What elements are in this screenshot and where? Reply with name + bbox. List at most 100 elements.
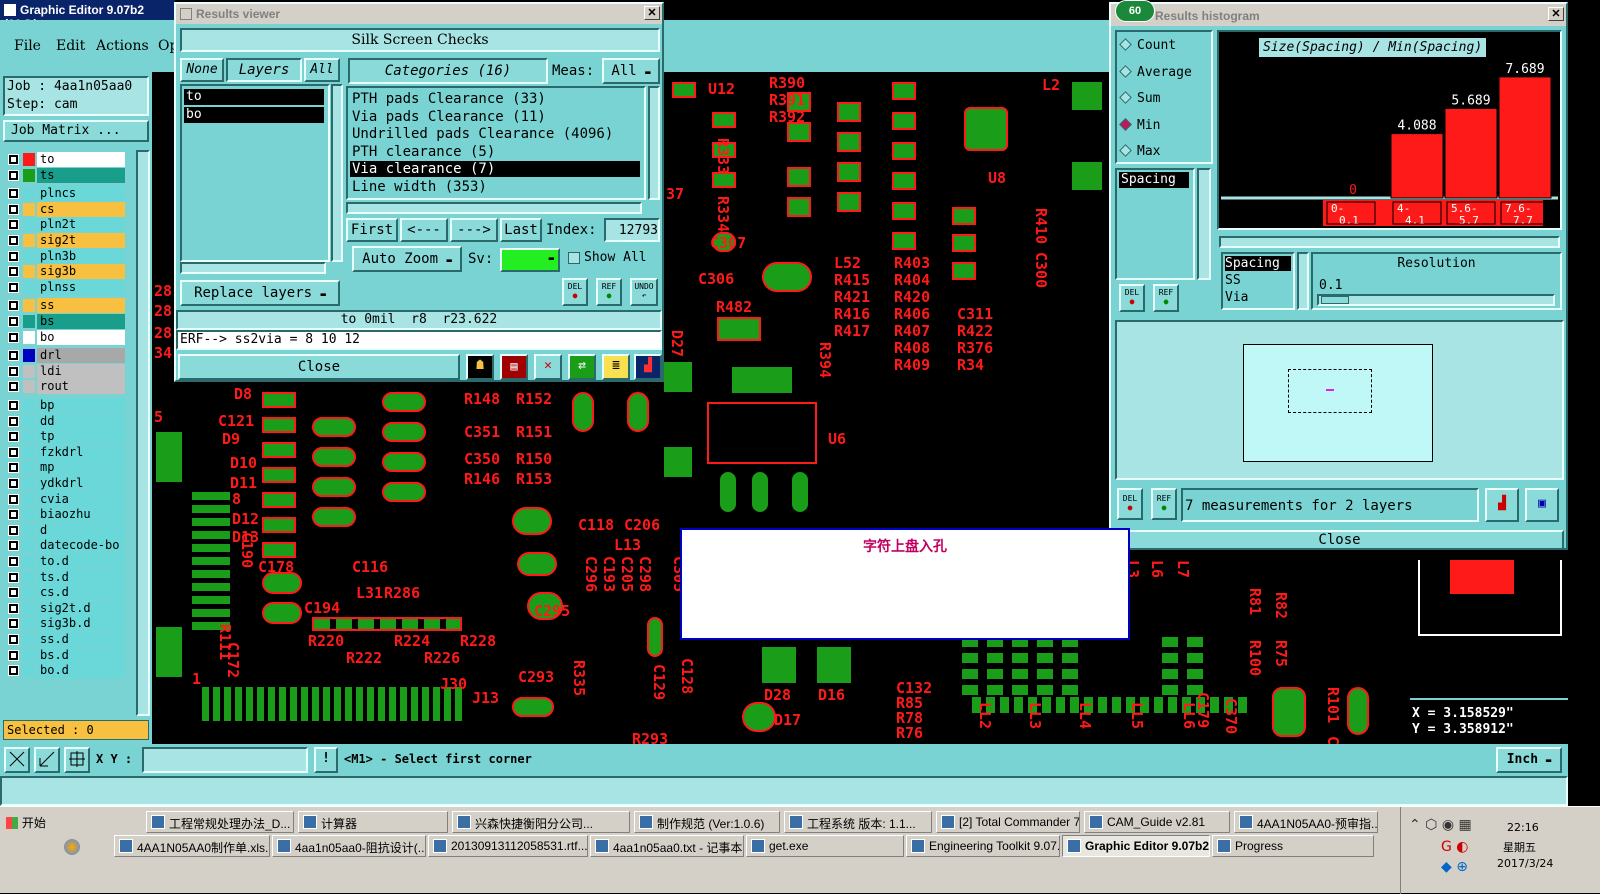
layer-checkbox[interactable] [8, 365, 19, 377]
hist-ref-button[interactable]: REF ● [1153, 284, 1179, 312]
layer-color-swatch[interactable] [23, 445, 35, 459]
layer-row-ts-d[interactable]: ts.d [6, 569, 125, 585]
layer-row-bs-d[interactable]: bs.d [6, 647, 125, 663]
layer-row-ldi[interactable]: ldi [6, 363, 125, 379]
results-viewer-titlebar[interactable]: Results viewer ✕ [176, 4, 662, 24]
layer-name[interactable]: cs.d [37, 585, 125, 601]
person-icon[interactable]: ☗ [466, 354, 494, 380]
spacing-list-vscroll[interactable] [1297, 252, 1309, 310]
replace-layers-select[interactable]: Replace layers ▬ [180, 280, 340, 306]
quick-launch-icon[interactable] [64, 839, 80, 855]
overview-map[interactable] [1410, 552, 1568, 698]
spacing-list[interactable]: Spacing SS Via [1221, 252, 1295, 310]
taskbar-button[interactable]: Progress [1212, 835, 1374, 857]
stat-option-min[interactable]: Min [1119, 118, 1160, 136]
histogram-icon[interactable]: ▟ [634, 354, 662, 380]
layer-checkbox[interactable] [8, 524, 19, 536]
layer-row-rout[interactable]: rout [6, 379, 125, 395]
taskbar-button[interactable]: 20130913112058531.rtf... [428, 835, 588, 857]
layer-row-drl[interactable]: drl [6, 348, 125, 364]
taskbar-button[interactable]: 4AA1N05AA0-预审指... [1234, 811, 1378, 833]
stat-option-sum[interactable]: Sum [1119, 91, 1160, 109]
layer-checkbox[interactable] [8, 250, 19, 262]
del-button[interactable]: DEL ● [562, 278, 588, 306]
categories-list[interactable]: PTH pads Clearance (33) Via pads Clearanc… [346, 86, 646, 200]
layer-name[interactable]: ss [37, 298, 125, 314]
hist-del-button[interactable]: DEL ● [1119, 284, 1145, 312]
layer-color-swatch[interactable] [23, 249, 35, 263]
layer-row-bo-d[interactable]: bo.d [6, 663, 125, 679]
layer-row-pln3b[interactable]: pln3b [6, 248, 125, 264]
layer-color-swatch[interactable] [23, 187, 35, 201]
layer-color-swatch[interactable] [23, 586, 35, 600]
taskbar-button[interactable]: 兴森快捷衡阳分公司... [452, 811, 630, 833]
tray-icons[interactable]: ⌃ ⬡ ◉ ▦ [1409, 817, 1472, 833]
step-icon[interactable]: ⇄ [568, 354, 596, 380]
ss-item[interactable]: SS [1225, 273, 1241, 288]
layer-name[interactable]: sig3b [37, 264, 125, 280]
layer-checkbox[interactable] [8, 400, 19, 411]
layer-checkbox[interactable] [8, 219, 19, 231]
layer-color-swatch[interactable] [23, 539, 35, 553]
histogram-bar[interactable] [1390, 133, 1444, 199]
next-button[interactable]: ---> [450, 218, 498, 242]
layer-name[interactable]: sig2t [37, 233, 125, 248]
layer-color-swatch[interactable] [23, 664, 35, 678]
info-icon[interactable]: ! [314, 747, 338, 773]
layer-color-swatch[interactable] [23, 601, 35, 615]
list-icon[interactable]: ≣ [602, 354, 630, 380]
layers-hscroll[interactable] [180, 262, 326, 274]
taskbar-button[interactable]: [2] Total Commander 7... [936, 811, 1080, 833]
close-icon[interactable]: ✕ [1548, 7, 1564, 21]
layer-checkbox[interactable] [8, 350, 19, 362]
layer-color-swatch[interactable] [23, 265, 35, 279]
layers-list[interactable]: to bo [180, 84, 330, 262]
layer-row-bp[interactable]: bp [6, 398, 125, 413]
layer-color-swatch[interactable] [23, 648, 35, 662]
results-close-button[interactable]: Close [178, 354, 460, 380]
layer-checkbox[interactable] [8, 634, 19, 645]
menu-file[interactable]: File [14, 38, 41, 54]
layer-row-to-d[interactable]: to.d [6, 554, 125, 569]
layer-row-sig3b-d[interactable]: sig3b.d [6, 616, 125, 632]
hist-close-button[interactable]: Close [1115, 530, 1564, 550]
histogram-bar[interactable] [1444, 107, 1498, 199]
layer-name[interactable]: ydkdrl [37, 476, 125, 491]
hist-ref-button-2[interactable]: REF ● [1151, 488, 1177, 520]
spacing-item[interactable]: Spacing [1225, 256, 1291, 271]
layer-row-pln2t[interactable]: pln2t [6, 217, 125, 233]
preview-area[interactable] [1115, 320, 1564, 480]
layer-color-swatch[interactable] [23, 492, 35, 506]
layer-row-plnss[interactable]: plnss [6, 279, 125, 295]
layer-color-swatch[interactable] [23, 508, 35, 522]
ref-button[interactable]: REF ● [596, 278, 622, 306]
first-button[interactable]: First [346, 218, 398, 242]
taskbar-button[interactable]: 工程系统 版本: 1.1... [784, 811, 932, 833]
layer-color-swatch[interactable] [23, 218, 35, 232]
layer-name[interactable]: fzkdrl [37, 444, 125, 460]
layer-checkbox[interactable] [8, 381, 19, 393]
undo-button[interactable]: UNDO ↶ [630, 278, 658, 306]
layer-checkbox[interactable] [8, 431, 19, 443]
sv-color-select[interactable]: ▬ [500, 248, 560, 272]
layer-checkbox[interactable] [8, 509, 19, 521]
layer-name[interactable]: bs.d [37, 647, 125, 663]
layer-row-cvia[interactable]: cvia [6, 491, 125, 507]
layer-row-mp[interactable]: mp [6, 460, 125, 476]
xy-input[interactable] [142, 747, 308, 773]
type-list-header[interactable]: Spacing [1119, 172, 1189, 188]
last-button[interactable]: Last [500, 218, 542, 242]
category-item[interactable]: Undrilled pads Clearance (4096) [350, 126, 640, 142]
layer-name[interactable]: pln2t [37, 217, 125, 233]
layer-checkbox[interactable] [8, 587, 19, 599]
layer-name[interactable]: ss.d [37, 632, 125, 647]
layer-row-ss-d[interactable]: ss.d [6, 632, 125, 647]
layer-name[interactable]: sig3b.d [37, 616, 125, 632]
tray-icons-3[interactable]: ◆ ⊕ [1441, 859, 1468, 875]
layer-name[interactable]: plnss [37, 279, 125, 295]
layer-item-to[interactable]: to [184, 89, 324, 105]
layer-row-ydkdrl[interactable]: ydkdrl [6, 476, 125, 491]
taskbar-button[interactable]: Engineering Toolkit 9.07... [906, 835, 1060, 857]
layer-checkbox[interactable] [8, 493, 19, 505]
category-item[interactable]: Line width (353) [350, 179, 640, 195]
